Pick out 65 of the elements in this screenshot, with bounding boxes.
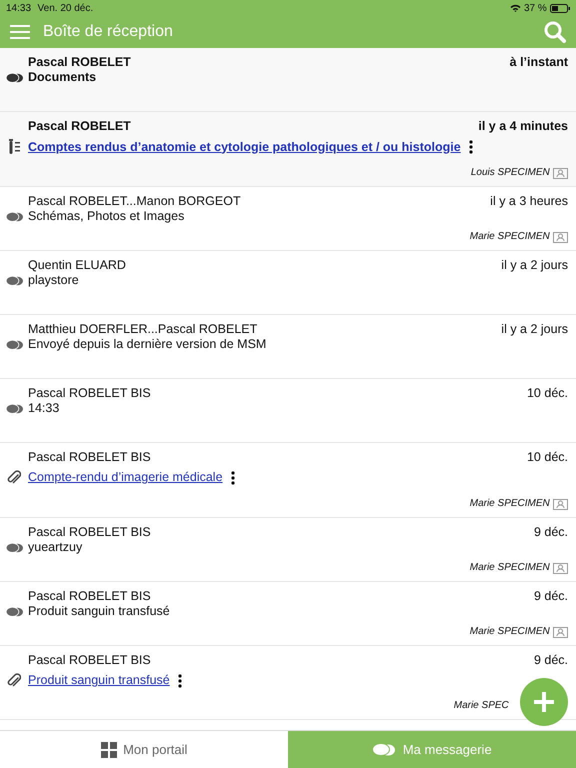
grid-icon	[100, 742, 117, 758]
patient-card-icon	[553, 562, 568, 574]
chat-bubbles-icon	[6, 276, 22, 286]
patient-card-icon	[553, 626, 568, 638]
message-time: 9 déc.	[534, 653, 568, 668]
message-time: il y a 3 heures	[490, 194, 568, 209]
sender-name: Pascal ROBELET...Manon BORGEOT	[28, 194, 241, 209]
battery-percentage: 37 %	[524, 2, 547, 16]
message-subject: yueartzuy	[28, 540, 82, 555]
sender-name: Pascal ROBELET	[28, 119, 131, 134]
message-subject: Envoyé depuis la dernière version de MSM	[28, 337, 266, 352]
sender-name: Matthieu DOERFLER...Pascal ROBELET	[28, 322, 258, 337]
sender-name: Pascal ROBELET BIS	[28, 386, 151, 401]
document-link[interactable]: Compte-rendu d’imagerie médicale	[28, 470, 223, 485]
chat-bubbles-icon	[6, 606, 22, 616]
sender-name: Pascal ROBELET BIS	[28, 525, 151, 540]
message-subject: 14:33	[28, 401, 60, 416]
message-row[interactable]: Pascal ROBELET il y a 4 minutes Comptes rendus d’anatomie et cytologie pathologiques et / ou histologie Louis SPECIMEN	[0, 112, 576, 187]
chat-bubbles-icon	[6, 72, 22, 82]
document-link[interactable]: Produit sanguin transfusé	[28, 673, 170, 688]
sender-name: Pascal ROBELET BIS	[28, 450, 151, 465]
more-options-icon[interactable]	[178, 674, 182, 688]
chat-bubbles-icon	[6, 340, 22, 350]
message-subject: Documents	[28, 70, 96, 85]
patient-card-icon	[553, 166, 568, 178]
status-time: 14:33	[6, 2, 32, 16]
chat-bubbles-icon	[6, 542, 22, 552]
message-subject: Produit sanguin transfusé	[28, 604, 170, 619]
message-time: il y a 2 jours	[501, 258, 568, 273]
patient-card-icon	[553, 230, 568, 242]
chat-bubbles-icon	[372, 742, 396, 756]
chat-bubbles-icon	[6, 404, 22, 414]
sender-name: Pascal ROBELET	[28, 55, 131, 70]
sender-name: Pascal ROBELET BIS	[28, 653, 151, 668]
paperclip-icon	[7, 673, 21, 688]
message-time: 9 déc.	[534, 589, 568, 604]
message-subject: playstore	[28, 273, 79, 288]
patient-name: Marie SPEC	[454, 699, 509, 713]
sender-name: Pascal ROBELET BIS	[28, 589, 151, 604]
patient-name: Marie SPECIMEN	[470, 561, 550, 575]
message-time: à l’instant	[510, 55, 568, 70]
message-time: 10 déc.	[526, 450, 568, 465]
battery-icon	[550, 4, 570, 12]
patient-name: Marie SPECIMEN	[470, 230, 550, 244]
plus-icon	[533, 691, 555, 713]
patient-name: Marie SPECIMEN	[470, 497, 550, 511]
status-date: Ven. 20 déc.	[38, 2, 94, 16]
message-time: 9 déc.	[534, 525, 568, 540]
wifi-icon	[510, 4, 521, 12]
patient-card-icon	[553, 498, 568, 510]
patient-name: Marie SPECIMEN	[470, 625, 550, 639]
chat-bubbles-icon	[6, 212, 22, 222]
message-row[interactable]: Pascal ROBELET à l’instant Documents	[0, 48, 576, 112]
message-time: il y a 2 jours	[501, 322, 568, 337]
paperclip-icon	[7, 470, 21, 485]
message-time: il y a 4 minutes	[478, 119, 568, 134]
document-link[interactable]: Comptes rendus d’anatomie et cytologie pathologiques et / ou histologie	[28, 140, 461, 154]
message-subject: Schémas, Photos et Images	[28, 209, 184, 224]
test-tube-icon	[8, 139, 20, 155]
sender-name: Quentin ELUARD	[28, 258, 126, 273]
more-options-icon[interactable]	[468, 140, 473, 154]
patient-name: Louis SPECIMEN	[470, 166, 550, 180]
more-options-icon[interactable]	[230, 470, 235, 484]
message-time: 10 déc.	[526, 386, 568, 401]
inbox-title: Boîte de réception	[43, 22, 173, 42]
